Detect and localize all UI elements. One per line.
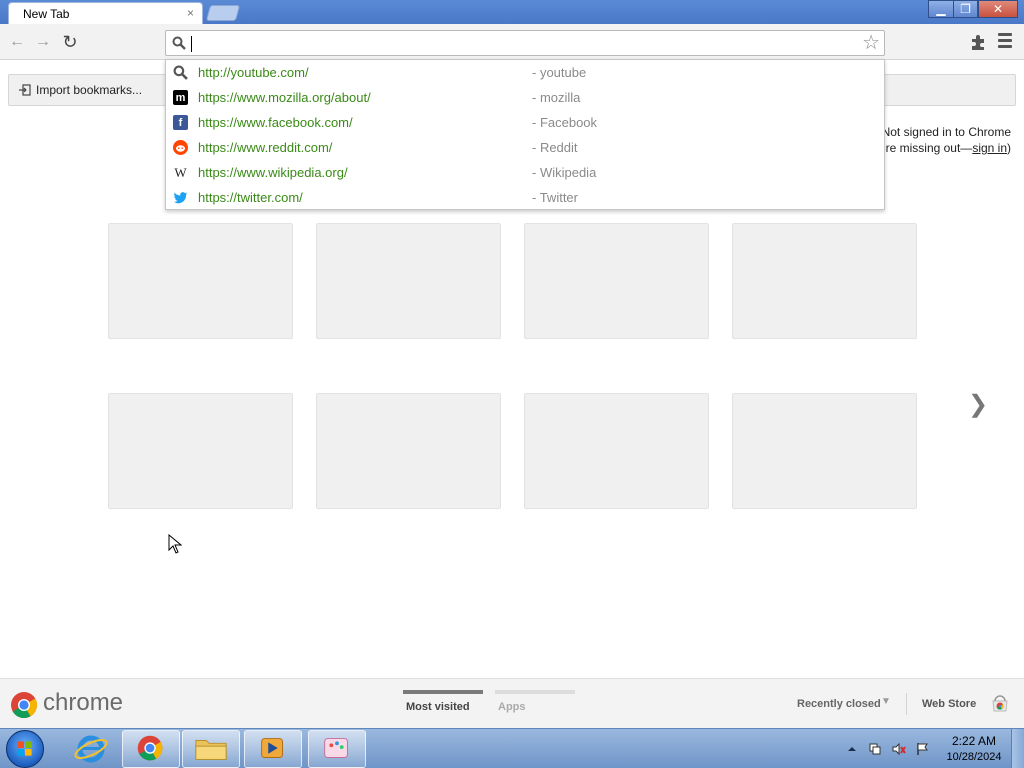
suggestion-title: - Twitter xyxy=(532,190,578,205)
folder-icon xyxy=(195,740,227,760)
reddit-icon xyxy=(173,140,188,155)
network-flag-icon[interactable] xyxy=(916,742,930,756)
title-bar: New Tab × ▁ ❐ ✕ xyxy=(0,0,1024,24)
most-visited-tab-indicator xyxy=(403,690,483,694)
most-visited-tile[interactable] xyxy=(316,223,501,339)
extensions-puzzle-icon[interactable] xyxy=(969,32,989,52)
forward-button[interactable]: → xyxy=(33,32,53,52)
facebook-icon: f xyxy=(173,115,188,130)
next-page-arrow-icon[interactable]: ❯ xyxy=(968,390,988,419)
suggestion-url: http://youtube.com/ xyxy=(198,65,309,80)
tab-apps[interactable]: Apps xyxy=(498,701,526,713)
clock-time[interactable]: 2:22 AM xyxy=(944,734,1004,748)
tab-close-icon[interactable]: × xyxy=(187,6,194,20)
volume-muted-icon[interactable] xyxy=(892,742,906,756)
suggestion-row[interactable]: m https://www.mozilla.org/about/ - mozil… xyxy=(166,85,884,110)
taskbar-internet-explorer[interactable] xyxy=(62,730,120,768)
start-button[interactable] xyxy=(6,730,44,768)
twitter-icon xyxy=(174,192,187,204)
most-visited-tile[interactable] xyxy=(108,393,293,509)
show-desktop-button[interactable] xyxy=(1011,729,1024,768)
most-visited-tile[interactable] xyxy=(108,223,293,339)
most-visited-tile[interactable] xyxy=(316,393,501,509)
taskbar-chrome[interactable] xyxy=(122,730,180,768)
screen: New Tab × ▁ ❐ ✕ ← → ↻ ☆ Import bookmarks… xyxy=(0,0,1024,768)
search-icon xyxy=(173,65,188,80)
suggestion-url: https://www.facebook.com/ xyxy=(198,115,353,130)
suggestion-row[interactable]: http://youtube.com/ - youtube xyxy=(166,60,884,85)
suggestion-title: - mozilla xyxy=(532,90,581,105)
show-hidden-icons-icon[interactable] xyxy=(845,742,859,756)
wikipedia-icon: W xyxy=(174,164,187,180)
import-icon xyxy=(19,84,31,96)
suggestion-row[interactable]: https://www.reddit.com/ - Reddit xyxy=(166,135,884,160)
import-bookmarks-label: Import bookmarks... xyxy=(36,83,143,97)
apps-tab-indicator xyxy=(495,690,575,694)
chevron-down-icon: ▼ xyxy=(881,696,891,707)
suggestion-url: https://twitter.com/ xyxy=(198,190,303,205)
new-tab-button[interactable] xyxy=(205,5,241,21)
signin-suffix: ) xyxy=(1007,141,1011,155)
text-caret xyxy=(191,36,192,52)
toolbar: ← → ↻ ☆ xyxy=(0,24,1024,60)
chrome-icon xyxy=(137,735,163,761)
windows-taskbar: 2:22 AM 10/28/2024 xyxy=(0,728,1024,768)
omnibox[interactable]: ☆ xyxy=(165,30,885,56)
maximize-button[interactable]: ❐ xyxy=(953,0,978,18)
mozilla-icon: m xyxy=(173,90,188,105)
minimize-button[interactable]: ▁ xyxy=(928,0,954,18)
search-icon xyxy=(172,36,186,50)
suggestion-title: - Reddit xyxy=(532,140,578,155)
reload-button[interactable]: ↻ xyxy=(60,32,80,52)
most-visited-tile[interactable] xyxy=(732,223,917,339)
mouse-pointer-icon xyxy=(168,534,182,554)
chrome-logo-icon xyxy=(11,692,38,719)
suggestion-row[interactable]: https://twitter.com/ - Twitter xyxy=(166,185,884,210)
clock-date[interactable]: 10/28/2024 xyxy=(940,751,1008,763)
tab-new-tab[interactable]: New Tab × xyxy=(8,2,203,24)
suggestion-url: https://www.wikipedia.org/ xyxy=(198,165,348,180)
bookmark-star-icon[interactable]: ☆ xyxy=(862,32,880,54)
taskbar-file-explorer[interactable] xyxy=(182,730,240,768)
tab-most-visited[interactable]: Most visited xyxy=(406,701,470,713)
most-visited-tile[interactable] xyxy=(732,393,917,509)
suggestion-title: - Facebook xyxy=(532,115,598,130)
signin-notice: Not signed in to Chrome re missing out—s… xyxy=(880,124,1024,156)
signin-prefix: re missing out— xyxy=(885,141,973,155)
media-player-icon xyxy=(261,738,283,758)
suggestion-title: - Wikipedia xyxy=(532,165,597,180)
signin-line-1: Not signed in to Chrome xyxy=(881,125,1011,139)
close-window-button[interactable]: ✕ xyxy=(978,0,1018,18)
most-visited-tile[interactable] xyxy=(524,393,709,509)
omnibox-suggestions: http://youtube.com/ - youtube m https://… xyxy=(165,59,885,210)
chrome-wordmark: chrome xyxy=(43,689,124,716)
suggestion-row[interactable]: W https://www.wikipedia.org/ - Wikipedia xyxy=(166,160,884,185)
chrome-menu-icon[interactable] xyxy=(998,33,1014,49)
suggestion-url: https://www.mozilla.org/about/ xyxy=(198,90,371,105)
taskbar-media-player[interactable] xyxy=(244,730,302,768)
paint-icon xyxy=(324,738,348,758)
web-store-link[interactable]: Web Store xyxy=(922,698,976,710)
internet-explorer-icon xyxy=(74,735,108,763)
footer-divider xyxy=(906,693,907,715)
ntp-footer: chrome Most visited Apps Recently closed… xyxy=(0,678,1024,728)
suggestion-url: https://www.reddit.com/ xyxy=(198,140,333,155)
recently-closed-button[interactable]: Recently closed xyxy=(797,698,881,710)
taskbar-paint-app[interactable] xyxy=(308,730,366,768)
windows-logo-icon xyxy=(17,741,32,756)
sign-in-link[interactable]: sign in xyxy=(972,141,1007,155)
omnibox-input[interactable] xyxy=(194,33,834,53)
most-visited-tile[interactable] xyxy=(524,223,709,339)
tab-title: New Tab xyxy=(23,7,70,21)
web-store-icon[interactable] xyxy=(990,693,1010,713)
action-center-icon[interactable] xyxy=(868,742,882,756)
suggestion-row[interactable]: f https://www.facebook.com/ - Facebook xyxy=(166,110,884,135)
suggestion-title: - youtube xyxy=(532,65,587,80)
signin-line-2: re missing out—sign in) xyxy=(880,140,1011,156)
back-button[interactable]: ← xyxy=(7,32,27,52)
